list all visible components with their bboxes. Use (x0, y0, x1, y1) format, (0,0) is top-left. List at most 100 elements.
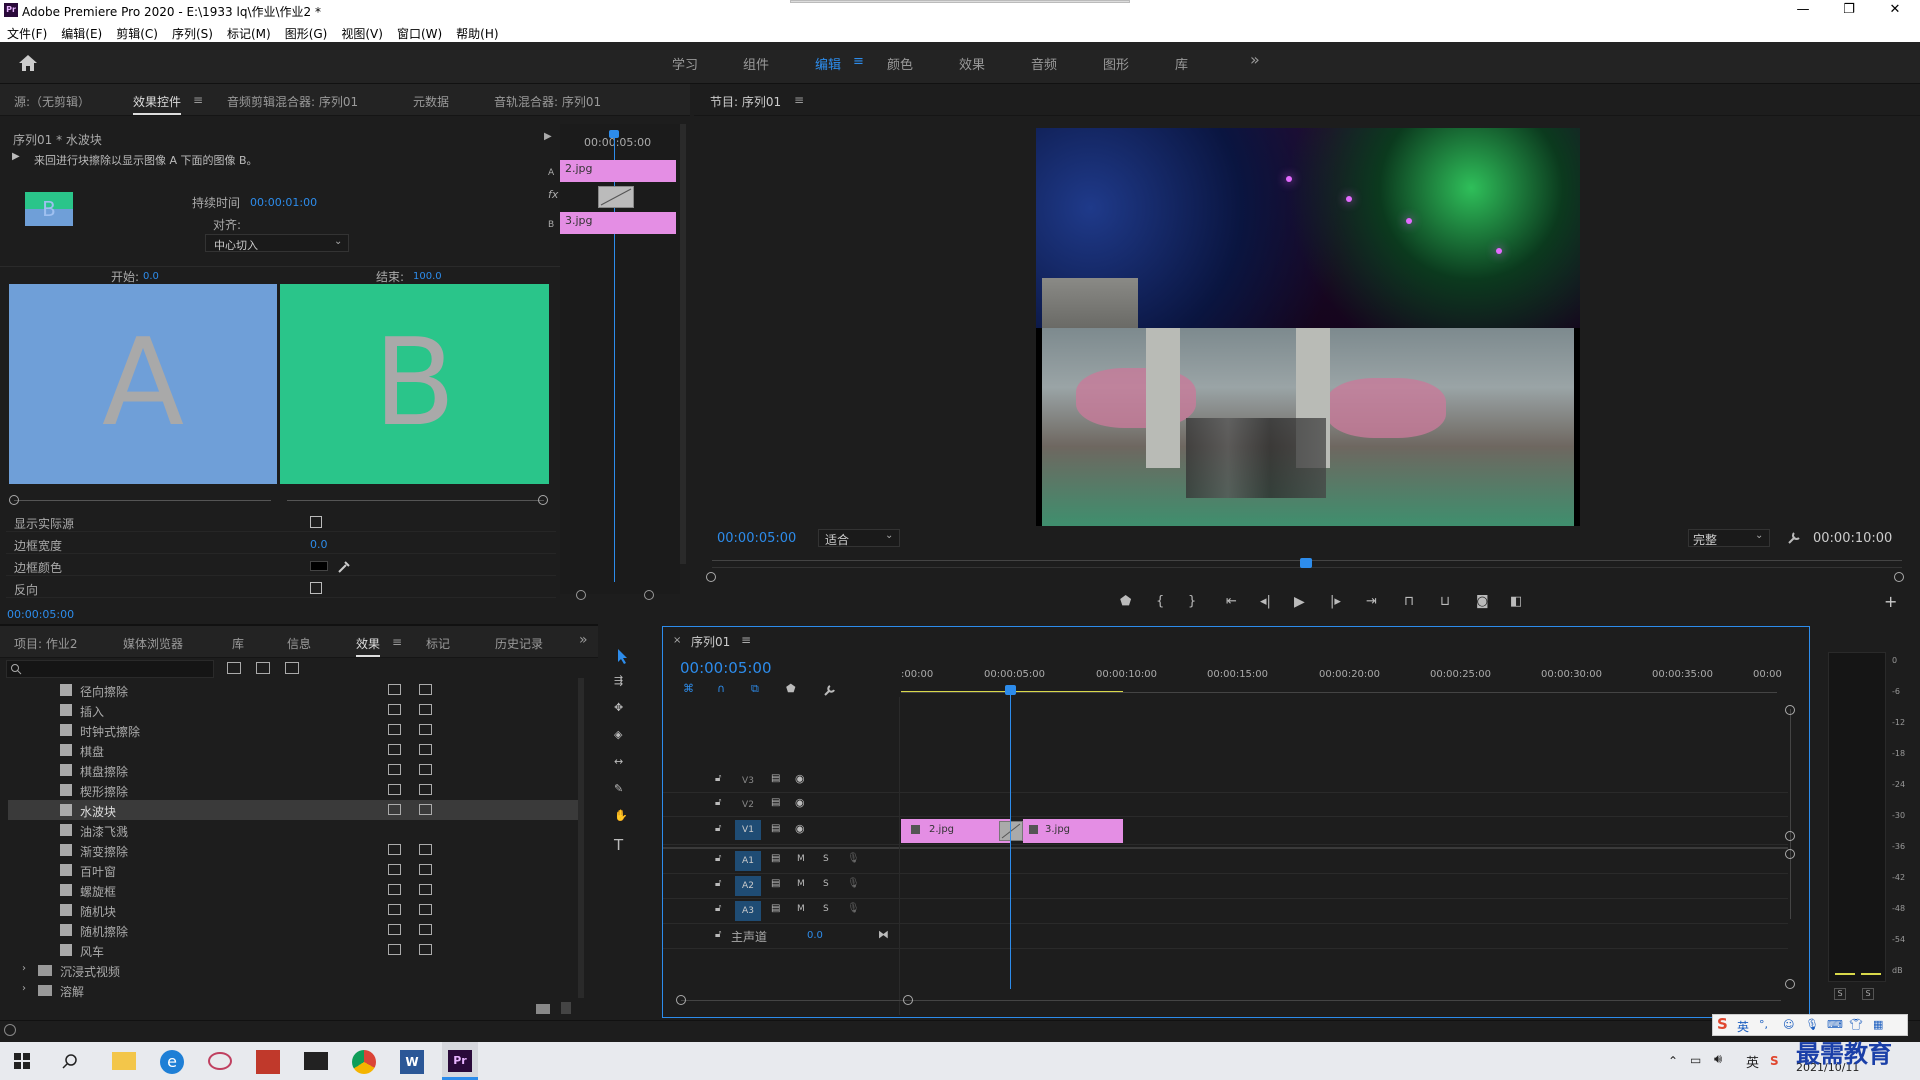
timeline-horizontal-scrollbar[interactable] (681, 1000, 1781, 1001)
list-item[interactable]: 油漆飞溅 (48, 820, 583, 840)
track-target-v2[interactable]: V2 (735, 796, 761, 814)
workspace-more-icon[interactable]: » (1250, 50, 1260, 69)
workspace-menu-icon[interactable]: ≡ (853, 54, 864, 69)
lock-icon[interactable]: 🔓︎ (715, 929, 721, 940)
tab-source[interactable]: 源:（无剪辑） (14, 93, 90, 110)
tab-effects-menu-icon[interactable]: ≡ (392, 635, 402, 649)
wrench-icon[interactable] (1786, 530, 1802, 546)
mark-in-icon[interactable]: { (1156, 594, 1164, 609)
list-item[interactable]: 棋盘擦除 (48, 760, 583, 780)
razor-tool-icon[interactable]: ◈ (614, 728, 622, 741)
eye-icon[interactable]: ◉ (795, 772, 805, 785)
tray-arrow-icon[interactable]: ⌃ (1668, 1054, 1678, 1068)
lock-icon[interactable]: 🔓︎ (715, 878, 721, 889)
hand-tool-icon[interactable]: ✋ (614, 809, 628, 822)
show-source-checkbox[interactable] (310, 516, 322, 528)
folder-item[interactable]: › 溶解 (22, 981, 322, 1001)
program-playhead[interactable] (1300, 558, 1312, 568)
toolbox-icon[interactable]: ▦ (1873, 1018, 1883, 1031)
terminal-icon[interactable] (298, 1044, 334, 1078)
timeline-settings-wrench-icon[interactable] (823, 683, 837, 697)
eye-icon[interactable]: ◉ (795, 822, 805, 835)
fit-dropdown[interactable]: 适合 ⌄ (818, 529, 900, 547)
video-vertical-scrollbar[interactable] (1790, 709, 1791, 919)
menu-marker[interactable]: 标记(M) (220, 22, 278, 42)
go-to-out-icon[interactable]: ⇥ (1366, 594, 1377, 609)
voiceover-mic-icon[interactable]: 🎙︎ (847, 878, 860, 889)
add-marker-icon[interactable]: ⬟ (786, 682, 796, 695)
paint-app-icon[interactable] (202, 1044, 238, 1078)
timeline-ruler[interactable]: :00:00 00:00:05:00 00:00:10:00 00:00:15:… (901, 669, 1782, 697)
lock-icon[interactable]: 🔓︎ (715, 773, 721, 784)
timeline-close-icon[interactable]: × (673, 635, 681, 646)
go-to-in-icon[interactable]: ⇤ (1226, 594, 1237, 609)
tab-project[interactable]: 项目: 作业2 (14, 635, 78, 652)
program-title[interactable]: 节目: 序列01 (710, 93, 781, 110)
status-indicator-icon[interactable] (4, 1024, 16, 1036)
eyedropper-icon[interactable] (336, 558, 352, 574)
reverse-checkbox[interactable] (310, 582, 322, 594)
master-volume-value[interactable]: 0.0 (807, 930, 823, 941)
snap-magnet-icon[interactable]: ∩ (717, 682, 725, 695)
sync-lock-icon[interactable]: ▤ (771, 853, 780, 864)
tab-effect-controls[interactable]: 效果控件 (133, 93, 182, 115)
audio-vscroll-handle-top[interactable] (1785, 849, 1795, 859)
list-item[interactable]: 随机块 (48, 900, 583, 920)
description-toggle-icon[interactable]: ▶ (12, 151, 20, 162)
volume-icon[interactable]: 🔊︎ (1714, 1052, 1722, 1067)
compare-view-icon[interactable]: ◧ (1510, 594, 1522, 609)
tab-effects[interactable]: 效果 (356, 635, 381, 657)
edge-browser-icon[interactable]: e (154, 1044, 190, 1078)
chrome-browser-icon[interactable] (346, 1044, 382, 1078)
folder-item[interactable]: › 沉浸式视频 (22, 961, 322, 981)
solo-left-button[interactable]: S (1834, 988, 1846, 1000)
tab-info[interactable]: 信息 (287, 635, 311, 652)
vscroll-handle-bottom[interactable] (1785, 831, 1795, 841)
menu-view[interactable]: 视图(V) (334, 22, 390, 42)
lock-icon[interactable]: 🔓︎ (715, 903, 721, 914)
workspace-editing[interactable]: 编辑 (815, 54, 841, 73)
hscroll-handle-right[interactable] (903, 995, 913, 1005)
track-target-a3[interactable]: A3 (735, 901, 761, 921)
mini-playhead-handle[interactable] (609, 130, 619, 138)
workspace-audio[interactable]: 音频 (1031, 54, 1057, 73)
list-item[interactable]: 棋盘 (48, 740, 583, 760)
mini-scroll-left-handle[interactable] (576, 590, 586, 600)
track-target-v3[interactable]: V3 (735, 772, 761, 790)
mini-clip-a[interactable]: 2.jpg (560, 160, 676, 182)
lift-icon[interactable]: ⊓ (1404, 594, 1414, 609)
extract-icon[interactable]: ⊔ (1440, 594, 1450, 609)
sync-lock-icon[interactable]: ▤ (771, 773, 780, 784)
timeline-playhead[interactable] (1010, 689, 1011, 989)
pen-tool-icon[interactable]: ✎ (614, 782, 623, 795)
network-icon[interactable]: ▭ (1690, 1053, 1701, 1067)
go-to-end-icon[interactable]: ⧓ (878, 928, 889, 941)
program-current-timecode[interactable]: 00:00:05:00 (717, 531, 796, 546)
taskbar-search-icon[interactable] (62, 1053, 78, 1069)
list-item[interactable]: 径向擦除 (48, 680, 583, 700)
effect-controls-scrollbar[interactable] (680, 124, 686, 564)
list-item[interactable]: 随机擦除 (48, 920, 583, 940)
menu-help[interactable]: 帮助(H) (449, 22, 505, 42)
lock-icon[interactable]: 🔓︎ (715, 823, 721, 834)
timeline-playhead-handle[interactable] (1005, 685, 1016, 695)
sync-lock-icon[interactable]: ▤ (771, 903, 780, 914)
transition-thumbnail[interactable]: B (25, 192, 73, 226)
effects-list-scrollbar[interactable] (578, 678, 584, 998)
track-target-a2[interactable]: A2 (735, 876, 761, 896)
menu-window[interactable]: 窗口(W) (390, 22, 449, 42)
sogou-tray-icon[interactable]: S (1770, 1054, 1779, 1068)
keyboard-icon[interactable]: ⌨ (1827, 1018, 1843, 1031)
add-button-icon[interactable]: + (1884, 592, 1897, 611)
camera-icon[interactable]: ◙ (1476, 594, 1489, 609)
effects-search-input[interactable] (6, 660, 214, 678)
list-item[interactable]: 楔形擦除 (48, 780, 583, 800)
audio-vscroll-handle-bottom[interactable] (1785, 979, 1795, 989)
file-explorer-icon[interactable] (106, 1044, 142, 1078)
workspace-graphics[interactable]: 图形 (1103, 54, 1129, 73)
tab-audio-track-mixer[interactable]: 音轨混合器: 序列01 (494, 93, 601, 110)
sync-lock-icon[interactable]: ▤ (771, 878, 780, 889)
list-item[interactable]: 插入 (48, 700, 583, 720)
mini-scroll-right-handle[interactable] (644, 590, 654, 600)
expand-arrow-icon[interactable]: ▶ (544, 131, 552, 142)
